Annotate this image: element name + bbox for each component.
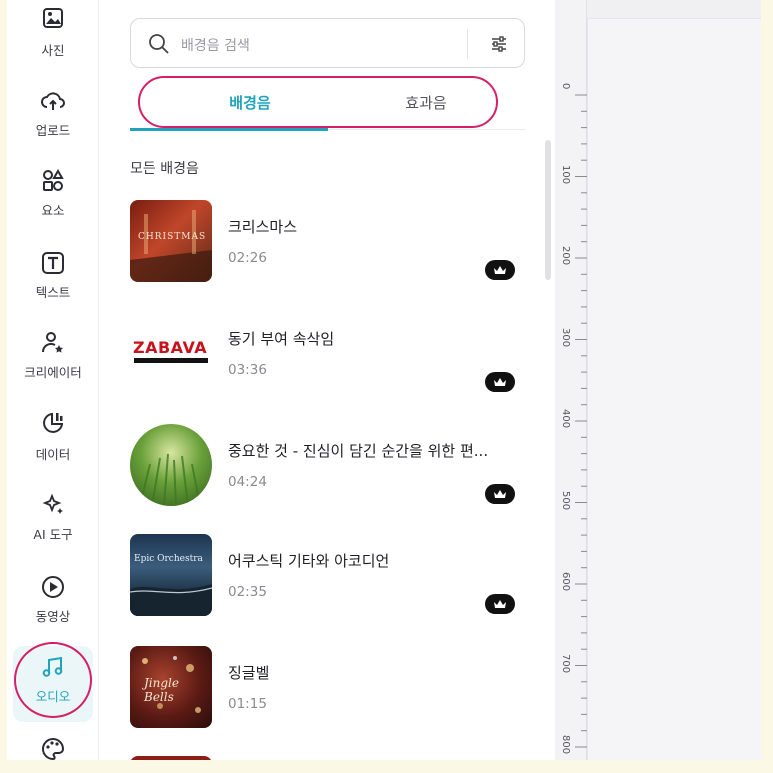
rail-item-photo[interactable]: 사진 (7, 6, 99, 76)
ruler-label: 0 (560, 83, 571, 90)
app-frame: 사진 업로드 요소 텍스트 크리에이터 데이터 AI 도구 동영상 오디오 배경… (7, 0, 761, 760)
ruler-label: 600 (560, 572, 571, 592)
ruler-label: 700 (560, 653, 571, 673)
ruler-label: 100 (560, 164, 571, 184)
track-item[interactable]: 중요한 것 - 진심이 담긴 순간을 위한 편... 04:24 (130, 424, 520, 512)
track-thumbnail: Jingle Bells (130, 646, 212, 728)
rail-item-label: 동영상 (35, 609, 71, 624)
rail-item-data[interactable]: 데이터 (7, 410, 99, 480)
scrollbar[interactable] (545, 140, 551, 280)
rail-item-ai-tools[interactable]: AI 도구 (7, 492, 99, 562)
design-canvas[interactable] (587, 18, 761, 760)
track-thumbnail: ZABAVA (130, 312, 212, 394)
text-icon (40, 250, 66, 276)
creator-icon (40, 330, 66, 356)
ai-sparkle-icon (40, 492, 66, 518)
crown-icon (494, 378, 506, 386)
rail-item-elements[interactable]: 요소 (7, 168, 99, 238)
upload-icon (40, 88, 66, 114)
ruler-label: 500 (560, 490, 571, 510)
track-thumbnail: Epic Orchestra (130, 534, 212, 616)
section-title: 모든 배경음 (130, 161, 199, 177)
thumbnail-caption: CHRISTMAS (138, 232, 207, 242)
chart-icon (40, 410, 66, 436)
track-thumbnail (130, 424, 212, 506)
track-thumbnail: CHRISTMAS (130, 200, 212, 282)
premium-badge (485, 372, 515, 392)
ruler-label: 300 (560, 327, 571, 347)
ruler-label: 200 (560, 246, 571, 266)
rail-item-label: AI 도구 (33, 527, 73, 542)
rail-item-upload[interactable]: 업로드 (7, 88, 99, 158)
search-box[interactable]: 배경음 검색 (130, 18, 525, 68)
shapes-icon (40, 168, 66, 194)
tabs-highlight-circle (138, 76, 498, 128)
track-duration: 02:26 (228, 250, 267, 266)
track-item[interactable]: ZABAVA 동기 부여 속삭임 03:36 (130, 312, 520, 400)
rail-item-video[interactable]: 동영상 (7, 574, 99, 644)
track-title: 징글벨 (228, 664, 270, 682)
image-icon (40, 6, 66, 32)
thumbnail-stripe (134, 358, 208, 363)
rail-item-label: 요소 (41, 203, 65, 218)
track-title: 어쿠스틱 기타와 아코디언 (228, 552, 390, 570)
rail-item-label: 업로드 (35, 123, 71, 138)
rail-item-creator[interactable]: 크리에이터 (7, 330, 99, 400)
ruler-ticks (575, 94, 587, 748)
thumbnail-caption: Jingle Bells (144, 676, 179, 704)
active-tab-indicator (130, 128, 328, 131)
track-duration: 04:24 (228, 474, 267, 490)
palette-icon (40, 736, 66, 760)
rail-item-label: 데이터 (35, 447, 71, 462)
track-thumbnail-partial (130, 756, 212, 760)
filter-settings-icon[interactable] (488, 33, 510, 55)
crown-icon (494, 600, 506, 608)
track-item[interactable]: CHRISTMAS 크리스마스 02:26 (130, 200, 520, 288)
crown-icon (494, 490, 506, 498)
rail-item-palette[interactable] (7, 736, 99, 760)
track-duration: 01:15 (228, 696, 267, 712)
track-item[interactable]: Epic Orchestra 어쿠스틱 기타와 아코디언 02:35 (130, 534, 520, 622)
ruler-label: 400 (560, 409, 571, 429)
video-play-icon (40, 574, 66, 600)
track-duration: 02:35 (228, 584, 267, 600)
track-title: 동기 부여 속삭임 (228, 330, 335, 348)
track-duration: 03:36 (228, 362, 267, 378)
rail-item-label: 크리에이터 (24, 365, 82, 380)
premium-badge (485, 260, 515, 280)
track-title: 크리스마스 (228, 218, 298, 236)
rail-item-label: 텍스트 (35, 285, 71, 300)
audio-highlight-circle (14, 642, 92, 718)
vertical-ruler: 0 100 200 300 400 500 600 700 800 (555, 0, 587, 760)
crown-icon (494, 266, 506, 274)
rail-item-label: 사진 (41, 43, 65, 58)
search-icon (147, 32, 171, 60)
audio-panel: 배경음 검색 배경음 효과음 모든 배경음 CHRISTMAS 크리스마스 02… (100, 0, 555, 760)
track-item[interactable]: Jingle Bells 징글벨 01:15 (130, 646, 520, 734)
search-divider (467, 29, 468, 59)
premium-badge (485, 594, 515, 614)
thumbnail-caption: Epic Orchestra (134, 554, 203, 564)
rail-item-text[interactable]: 텍스트 (7, 250, 99, 320)
search-input[interactable]: 배경음 검색 (181, 35, 250, 55)
thumbnail-caption: ZABAVA (133, 338, 208, 357)
premium-badge (485, 484, 515, 504)
ruler-label: 800 (560, 735, 571, 755)
track-title: 중요한 것 - 진심이 담긴 순간을 위한 편... (228, 442, 489, 460)
